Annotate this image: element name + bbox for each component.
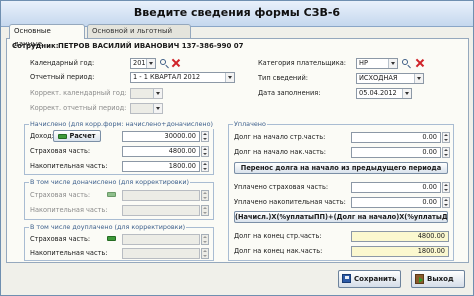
- clear-icon[interactable]: [416, 59, 425, 68]
- add-paid-savings-label: Накопительная часть:: [30, 249, 108, 257]
- main-data-panel: Сотрудник: ПЕТРОВ ВАСИЛИЙ ИВАНОВИЧ 137-3…: [6, 38, 469, 263]
- accrued-savings-field[interactable]: 1800.00: [122, 161, 200, 172]
- add-paid-insurance-spinner[interactable]: [201, 234, 209, 245]
- info-type-select[interactable]: ИСХОДНАЯ: [356, 73, 424, 84]
- search-icon[interactable]: [160, 59, 166, 65]
- save-button[interactable]: Сохранить: [338, 270, 401, 288]
- paid-insurance-field[interactable]: 0.00: [351, 182, 441, 193]
- income-label: Доход:: [30, 132, 54, 140]
- additional-accrued-group-title: В том числе доначислено (для корректиров…: [29, 178, 191, 187]
- add-accrued-insurance-field[interactable]: [122, 190, 200, 201]
- money-icon: [107, 236, 116, 241]
- corr-calendar-year-label: Коррект. календарный год:: [30, 89, 127, 97]
- money-icon: [58, 133, 68, 139]
- tab-main-data[interactable]: Основные данные: [9, 24, 85, 48]
- chevron-down-icon: [414, 74, 423, 83]
- calendar-year-label: Календарный год:: [30, 59, 95, 67]
- add-accrued-savings-spinner[interactable]: [201, 205, 209, 216]
- transfer-debt-button[interactable]: Перенос долга на начало из предыдущего п…: [234, 162, 448, 174]
- debt-end-insurance-field: 4800.00: [351, 231, 449, 242]
- window-title: Введите сведения формы СЗВ-6: [133, 6, 341, 19]
- fill-date-label: Дата заполнения:: [258, 89, 321, 97]
- exit-icon: [415, 274, 424, 284]
- sv6-form-window: Введите сведения формы СЗВ-6 Основные да…: [0, 0, 474, 296]
- chevron-down-icon: [388, 59, 397, 68]
- chevron-down-icon: [402, 89, 411, 98]
- income-field[interactable]: 30000.00: [122, 131, 200, 142]
- accrued-group-title: Начислено (для корр.форм: начислено+дона…: [29, 120, 214, 129]
- accrued-savings-label: Накопительная часть:: [30, 162, 108, 170]
- calculate-button[interactable]: Расчет: [53, 130, 101, 142]
- report-period-select[interactable]: 1 - 1 КВАРТАЛ 2012: [130, 72, 235, 83]
- chevron-down-icon: [146, 59, 155, 68]
- accrued-savings-spinner[interactable]: [201, 161, 209, 172]
- debt-start-savings-label: Долг на начало нак.часть:: [234, 148, 326, 156]
- exit-button[interactable]: Выход: [411, 270, 465, 288]
- debt-end-savings-label: Долг на конец нак.часть:: [234, 247, 323, 255]
- corr-report-period-select[interactable]: [130, 103, 163, 114]
- employee-value: ПЕТРОВ ВАСИЛИЙ ИВАНОВИЧ 137-386-990 07: [58, 42, 244, 50]
- clear-icon[interactable]: [172, 59, 181, 68]
- accrued-insurance-spinner[interactable]: [201, 146, 209, 157]
- paid-savings-field[interactable]: 0.00: [351, 197, 441, 208]
- debt-end-savings-field: 1800.00: [351, 246, 449, 257]
- accrued-insurance-field[interactable]: 4800.00: [122, 146, 200, 157]
- debt-start-insurance-spinner[interactable]: [442, 132, 450, 143]
- tab-seniority[interactable]: Основной и льготный стаж: [87, 24, 191, 48]
- debt-start-savings-field[interactable]: 0.00: [351, 147, 441, 158]
- add-accrued-savings-label: Накопительная часть:: [30, 206, 108, 214]
- chevron-down-icon: [153, 104, 162, 113]
- additional-accrued-group: В том числе доначислено (для корректиров…: [24, 178, 214, 220]
- report-period-label: Отчетный период:: [30, 73, 95, 81]
- add-accrued-insurance-spinner[interactable]: [201, 190, 209, 201]
- chevron-down-icon: [225, 73, 234, 82]
- debt-start-savings-spinner[interactable]: [442, 147, 450, 158]
- accrued-insurance-label: Страховая часть:: [30, 147, 91, 155]
- fill-date-picker[interactable]: 05.04.2012: [356, 88, 412, 99]
- paid-savings-label: Уплачено накопительная часть:: [234, 198, 346, 206]
- accrued-group: Начислено (для корр.форм: начислено+дона…: [24, 120, 214, 175]
- corr-calendar-year-select[interactable]: [130, 88, 163, 99]
- debt-start-insurance-label: Долг на начало стр.часть:: [234, 133, 326, 141]
- paid-group: Уплачено Долг на начало стр.часть: 0.00 …: [228, 120, 454, 261]
- paid-insurance-label: Уплачено страховая часть:: [234, 183, 329, 191]
- corr-report-period-label: Коррект. отчетный период:: [30, 104, 127, 112]
- debt-end-insurance-label: Долг на конец стр.часть:: [234, 232, 322, 240]
- additional-paid-group-title: В том числе доуплачено (для корректировк…: [29, 223, 187, 232]
- payer-category-label: Категория плательщика:: [258, 59, 346, 67]
- debt-start-insurance-field[interactable]: 0.00: [351, 132, 441, 143]
- income-spinner[interactable]: [201, 131, 209, 142]
- add-paid-savings-field[interactable]: [122, 248, 200, 259]
- add-accrued-insurance-label: Страховая часть:: [30, 191, 91, 199]
- add-paid-savings-spinner[interactable]: [201, 248, 209, 259]
- chevron-down-icon: [153, 89, 162, 98]
- add-accrued-savings-field[interactable]: [122, 205, 200, 216]
- add-paid-insurance-field[interactable]: [122, 234, 200, 245]
- info-type-label: Тип сведений:: [258, 74, 309, 82]
- formula-calc-button[interactable]: (Начисл.)Х(%уплатыПП)+(Долг на начало)Х(…: [234, 211, 448, 223]
- add-paid-insurance-label: Страховая часть:: [30, 235, 91, 243]
- payer-category-select[interactable]: НР: [356, 58, 398, 69]
- calendar-year-select[interactable]: 2012: [130, 58, 156, 69]
- save-icon: [342, 274, 351, 283]
- paid-insurance-spinner[interactable]: [442, 182, 450, 193]
- search-icon[interactable]: [402, 59, 408, 65]
- paid-group-title: Уплачено: [233, 120, 267, 129]
- money-icon: [107, 192, 116, 197]
- paid-savings-spinner[interactable]: [442, 197, 450, 208]
- additional-paid-group: В том числе доуплачено (для корректировк…: [24, 223, 214, 261]
